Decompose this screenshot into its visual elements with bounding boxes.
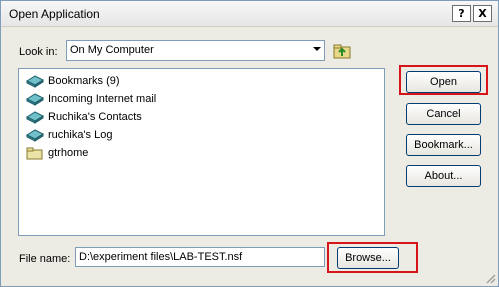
database-icon <box>25 75 45 88</box>
list-item-label: ruchika's Log <box>48 129 113 141</box>
list-item-label: gtrhome <box>48 147 89 159</box>
open-application-dialog: Open Application ? X Look in: On My Comp… <box>0 0 499 287</box>
resize-grip-icon[interactable] <box>484 272 496 284</box>
file-name-input[interactable]: D:\experiment files\LAB-TEST.nsf <box>75 247 325 267</box>
folder-icon <box>26 147 43 160</box>
list-item-label: Incoming Internet mail <box>48 93 157 105</box>
bookmark-button[interactable]: Bookmark... <box>406 134 481 156</box>
browse-button[interactable]: Browse... <box>337 247 399 269</box>
up-folder-icon[interactable] <box>333 42 351 60</box>
database-icon <box>25 93 45 106</box>
look-in-value: On My Computer <box>70 44 154 56</box>
database-icon <box>25 111 45 124</box>
file-list[interactable]: Bookmarks (9) Incoming Internet mail Ruc… <box>18 68 385 236</box>
cancel-button[interactable]: Cancel <box>406 103 481 125</box>
database-icon <box>25 129 45 142</box>
close-button[interactable]: X <box>473 5 492 22</box>
chevron-down-icon[interactable] <box>313 47 321 51</box>
file-name-label: File name: <box>19 253 71 265</box>
title-bar[interactable]: Open Application ? X <box>1 1 498 27</box>
file-name-value: D:\experiment files\LAB-TEST.nsf <box>79 251 243 263</box>
window-title: Open Application <box>9 7 100 21</box>
list-item-label: Bookmarks (9) <box>48 75 120 87</box>
list-item-label: Ruchika's Contacts <box>48 111 142 123</box>
look-in-dropdown[interactable]: On My Computer <box>66 40 325 61</box>
help-button[interactable]: ? <box>452 5 471 22</box>
open-button[interactable]: Open <box>406 71 481 93</box>
look-in-label: Look in: <box>19 46 58 58</box>
about-button[interactable]: About... <box>406 165 481 187</box>
